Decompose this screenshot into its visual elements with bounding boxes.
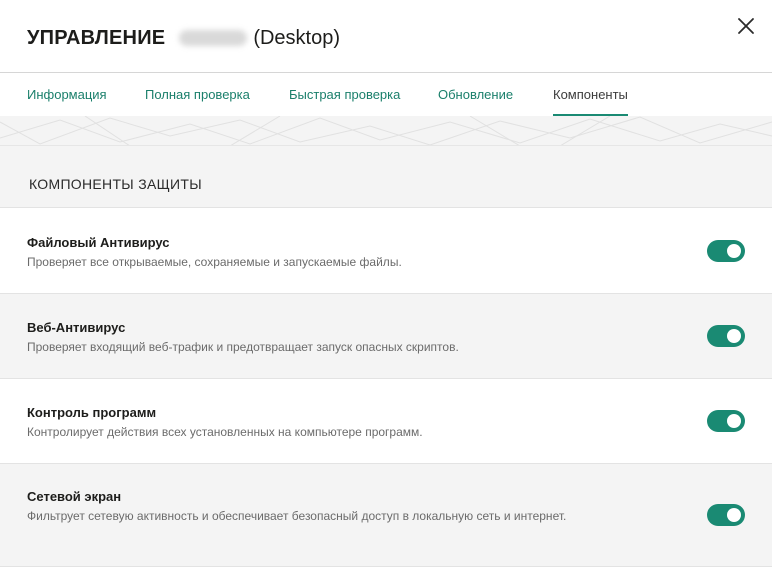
toggle-knob bbox=[727, 244, 741, 258]
dialog-title: УПРАВЛЕНИЕ (Desktop) bbox=[27, 26, 340, 50]
component-row-file-antivirus: Файловый Антивирус Проверяет все открыва… bbox=[0, 209, 772, 294]
component-name: Сетевой экран bbox=[27, 489, 122, 504]
component-description: Проверяет входящий веб-трафик и предотвр… bbox=[27, 340, 459, 354]
component-description: Контролирует действия всех установленных… bbox=[27, 425, 423, 439]
device-name-redacted bbox=[179, 30, 248, 46]
component-description: Проверяет все открываемые, сохраняемые и… bbox=[27, 255, 402, 269]
tab-full-scan[interactable]: Полная проверка bbox=[145, 73, 250, 116]
component-name: Веб-Антивирус bbox=[27, 320, 126, 335]
component-name: Контроль программ bbox=[27, 405, 157, 420]
dialog-title-suffix: (Desktop) bbox=[253, 27, 341, 49]
component-row-app-control: Контроль программ Контролирует действия … bbox=[0, 379, 772, 464]
section-title: КОМПОНЕНТЫ ЗАЩИТЫ bbox=[29, 176, 202, 192]
firewall-toggle[interactable] bbox=[707, 504, 745, 526]
file-antivirus-toggle[interactable] bbox=[707, 240, 745, 262]
tab-components[interactable]: Компоненты bbox=[553, 73, 628, 116]
tab-information[interactable]: Информация bbox=[27, 73, 107, 116]
tab-update[interactable]: Обновление bbox=[438, 73, 513, 116]
tab-bar: Информация Полная проверка Быстрая прове… bbox=[0, 72, 772, 116]
toggle-knob bbox=[727, 329, 741, 343]
decorative-pattern bbox=[0, 116, 772, 146]
component-row-firewall: Сетевой экран Фильтрует сетевую активнос… bbox=[0, 464, 772, 567]
dialog-title-text: УПРАВЛЕНИЕ bbox=[27, 27, 166, 49]
web-antivirus-toggle[interactable] bbox=[707, 325, 745, 347]
toggle-knob bbox=[727, 414, 741, 428]
app-control-toggle[interactable] bbox=[707, 410, 745, 432]
section-header: КОМПОНЕНТЫ ЗАЩИТЫ bbox=[0, 146, 772, 208]
toggle-knob bbox=[727, 508, 741, 522]
close-icon bbox=[738, 18, 754, 34]
dialog-header: УПРАВЛЕНИЕ (Desktop) bbox=[0, 0, 772, 72]
component-row-web-antivirus: Веб-Антивирус Проверяет входящий веб-тра… bbox=[0, 294, 772, 379]
component-description: Фильтрует сетевую активность и обеспечив… bbox=[27, 509, 567, 523]
close-button[interactable] bbox=[734, 14, 758, 38]
tab-quick-scan[interactable]: Быстрая проверка bbox=[289, 73, 400, 116]
component-name: Файловый Антивирус bbox=[27, 235, 170, 250]
